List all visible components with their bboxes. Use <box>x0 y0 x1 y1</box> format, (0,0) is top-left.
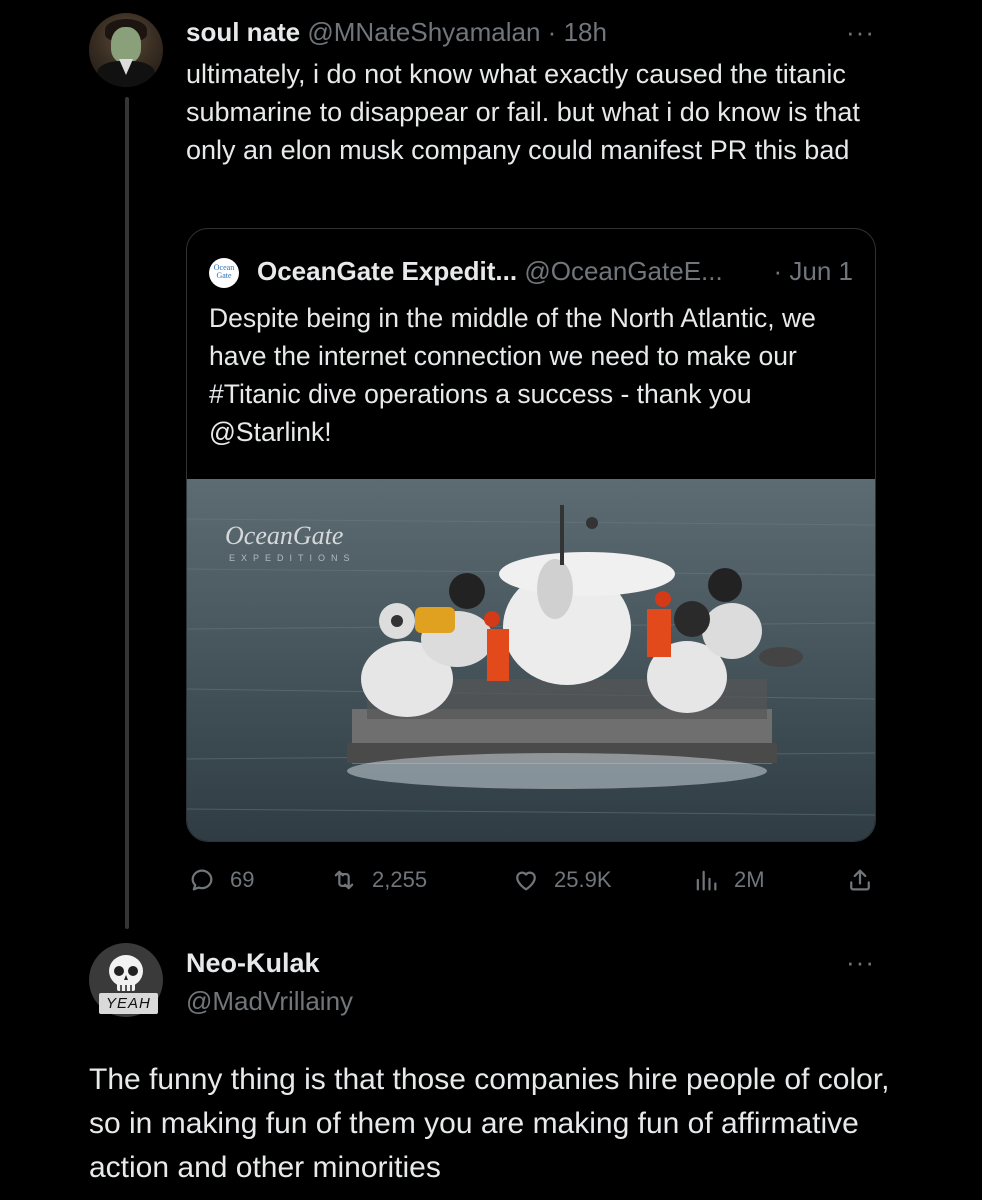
reply-icon <box>191 869 213 891</box>
author-name[interactable]: soul nate <box>186 17 300 47</box>
like-button[interactable]: 25.9K <box>512 866 612 894</box>
reply-author-name[interactable]: Neo-Kulak <box>186 946 320 980</box>
reply-more-options-icon[interactable]: ··· <box>846 949 875 975</box>
tweet-time[interactable]: 18h <box>564 17 607 47</box>
tweet-header: soul nate @MNateShyamalan · 18h <box>186 16 607 48</box>
retweet-icon <box>334 870 354 890</box>
author-avatar[interactable] <box>89 13 163 87</box>
quoted-tweet-card[interactable]: Ocean Gate OceanGate Expedit... @OceanGa… <box>186 228 876 842</box>
author-handle[interactable]: @MNateShyamalan <box>307 17 540 47</box>
image-watermark-subtitle: EXPEDITIONS <box>229 553 356 563</box>
quoted-tweet-date: · Jun 1 <box>773 256 854 286</box>
retweet-count: 2,255 <box>372 867 428 892</box>
image-watermark: OceanGate <box>225 521 344 550</box>
quoted-author-avatar: Ocean Gate <box>209 258 239 288</box>
tweet-text: ultimately, i do not know what exactly c… <box>186 59 860 165</box>
quoted-tweet-text: Despite being in the middle of the North… <box>209 303 816 447</box>
views-button[interactable]: 2M <box>692 866 765 894</box>
quoted-author-name: OceanGate Expedit... <box>257 256 518 286</box>
reply-author-handle[interactable]: @MadVrillainy <box>186 984 353 1018</box>
share-icon <box>850 869 870 891</box>
header-separator: · <box>547 17 557 47</box>
quoted-tweet-image[interactable]: OceanGate EXPEDITIONS <box>187 479 875 841</box>
share-button[interactable] <box>846 866 874 894</box>
quoted-author-handle: @OceanGateE... <box>524 256 723 286</box>
quoted-tweet-header: OceanGate Expedit... @OceanGateE... <box>257 254 723 288</box>
analytics-icon <box>696 870 717 891</box>
more-options-icon[interactable]: ··· <box>846 19 875 45</box>
view-count: 2M <box>734 867 765 892</box>
avatar-badge: YEAH <box>99 993 158 1014</box>
avatar-face-shape <box>111 27 141 63</box>
reply-button[interactable]: 69 <box>188 866 254 894</box>
reply-text: The funny thing is that those companies … <box>89 1063 890 1184</box>
reply-count: 69 <box>230 867 255 892</box>
heart-icon <box>516 871 536 891</box>
thread-connector-line <box>125 97 129 929</box>
like-count: 25.9K <box>554 867 612 892</box>
retweet-button[interactable]: 2,255 <box>330 866 427 894</box>
